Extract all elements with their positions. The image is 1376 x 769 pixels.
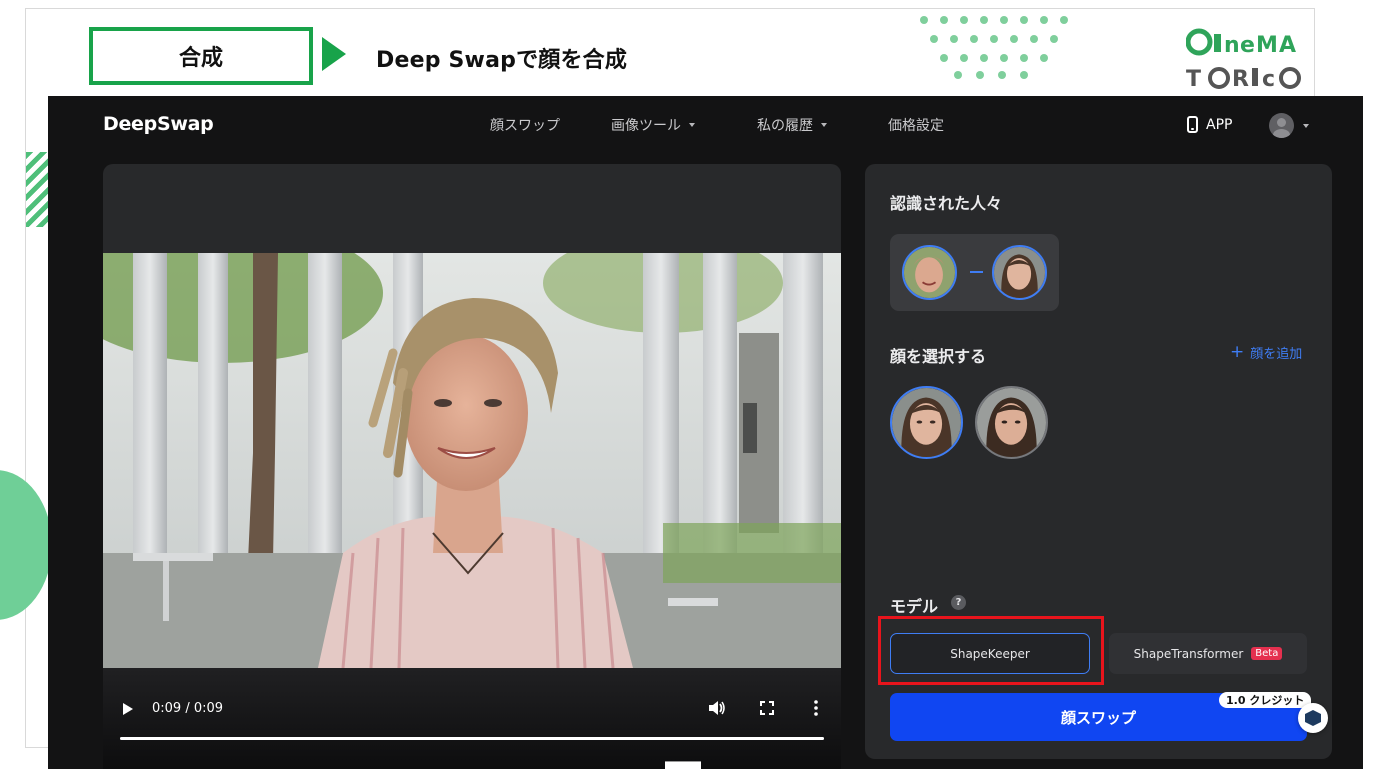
plus-icon: + <box>1230 342 1245 362</box>
svg-text:A: A <box>1279 33 1296 58</box>
video-controls: 0:09 / 0:09 <box>103 668 841 769</box>
video-progress-fill <box>120 737 824 740</box>
model-shapekeeper-label: ShapeKeeper <box>950 646 1030 661</box>
video-progress-bar[interactable] <box>120 737 824 740</box>
decorative-stripes <box>26 152 48 227</box>
swap-arrow-icon <box>970 271 983 273</box>
chevron-down-icon <box>1303 123 1309 128</box>
nav-face-swap[interactable]: 顔スワップ <box>490 115 560 135</box>
nav-pricing-label: 価格設定 <box>888 118 944 134</box>
app-download-label: APP <box>1206 116 1233 133</box>
video-frame[interactable] <box>103 253 841 668</box>
add-face-label: 顔を追加 <box>1250 347 1303 362</box>
face-settings-panel: 認識された人々 顔を選択する + 顔を追加 モデル ? ShapeKeeper … <box>865 164 1332 759</box>
chat-logo-icon <box>1305 710 1321 726</box>
help-icon[interactable]: ? <box>951 595 966 610</box>
model-shapetransformer-label: ShapeTransformer <box>1133 646 1244 661</box>
svg-text:R: R <box>1232 67 1249 92</box>
volume-icon[interactable] <box>708 700 726 716</box>
play-icon[interactable] <box>123 703 133 715</box>
app-download-button[interactable]: APP <box>1187 116 1232 133</box>
face-option-1[interactable] <box>890 386 963 459</box>
avatar <box>1269 113 1294 138</box>
svg-text:T: T <box>1186 67 1201 92</box>
step-label-box: 合成 <box>89 27 313 85</box>
nav-pricing[interactable]: 価格設定 <box>888 115 944 135</box>
step-label: 合成 <box>178 46 223 71</box>
face-option-2[interactable] <box>975 386 1048 459</box>
svg-text:e: e <box>1240 33 1255 58</box>
select-face-title: 顔を選択する <box>890 347 987 366</box>
nav-history-label: 私の履歴 <box>757 118 813 134</box>
chevron-down-icon <box>689 123 695 127</box>
chevron-down-icon <box>821 123 827 127</box>
nav-face-swap-label: 顔スワップ <box>490 118 560 134</box>
deepswap-app-window: DeepSwap 顔スワップ 画像ツール 私の履歴 価格設定 APP 0:09 … <box>48 96 1363 769</box>
beta-badge: Beta <box>1251 647 1283 660</box>
target-face-thumbnail <box>992 245 1047 300</box>
user-menu[interactable] <box>1269 113 1309 138</box>
fullscreen-icon[interactable] <box>760 701 774 715</box>
face-pair-card[interactable] <box>890 234 1059 311</box>
nav-history[interactable]: 私の履歴 <box>757 115 827 135</box>
recognized-people-title: 認識された人々 <box>890 194 1003 213</box>
video-preview-panel: 0:09 / 0:09 <box>103 164 841 769</box>
step-caption: Deep Swapで顔を合成 <box>376 48 628 73</box>
screenshot-stage: 合成 Deep Swapで顔を合成 n e M A T R c DeepSwap… <box>0 0 1376 769</box>
page-scroll-nub <box>665 761 701 769</box>
svg-text:M: M <box>1256 33 1278 58</box>
help-chat-button[interactable] <box>1298 703 1328 733</box>
source-face-thumbnail <box>902 245 957 300</box>
add-face-button[interactable]: + 顔を追加 <box>1230 342 1303 363</box>
step-arrow-icon <box>322 37 346 71</box>
svg-text:n: n <box>1224 33 1240 58</box>
face-swap-button-label: 顔スワップ <box>1060 708 1136 727</box>
svg-text:c: c <box>1262 67 1275 92</box>
cinema-torico-logo: n e M A T R c <box>1186 28 1301 92</box>
nav-image-tools-label: 画像ツール <box>611 118 681 134</box>
more-options-icon[interactable] <box>813 700 819 716</box>
nav-image-tools[interactable]: 画像ツール <box>611 115 695 135</box>
deepswap-logo[interactable]: DeepSwap <box>103 113 214 135</box>
credit-cost-badge: 1.0 クレジット <box>1219 692 1312 708</box>
model-shapekeeper-button[interactable]: ShapeKeeper <box>890 633 1090 674</box>
video-time: 0:09 / 0:09 <box>152 701 224 716</box>
model-shapetransformer-button[interactable]: ShapeTransformer Beta <box>1109 633 1307 674</box>
decorative-dots <box>920 16 1068 79</box>
top-navbar: DeepSwap 顔スワップ 画像ツール 私の履歴 価格設定 APP <box>48 96 1363 154</box>
phone-icon <box>1187 116 1198 133</box>
model-title: モデル <box>890 597 939 616</box>
